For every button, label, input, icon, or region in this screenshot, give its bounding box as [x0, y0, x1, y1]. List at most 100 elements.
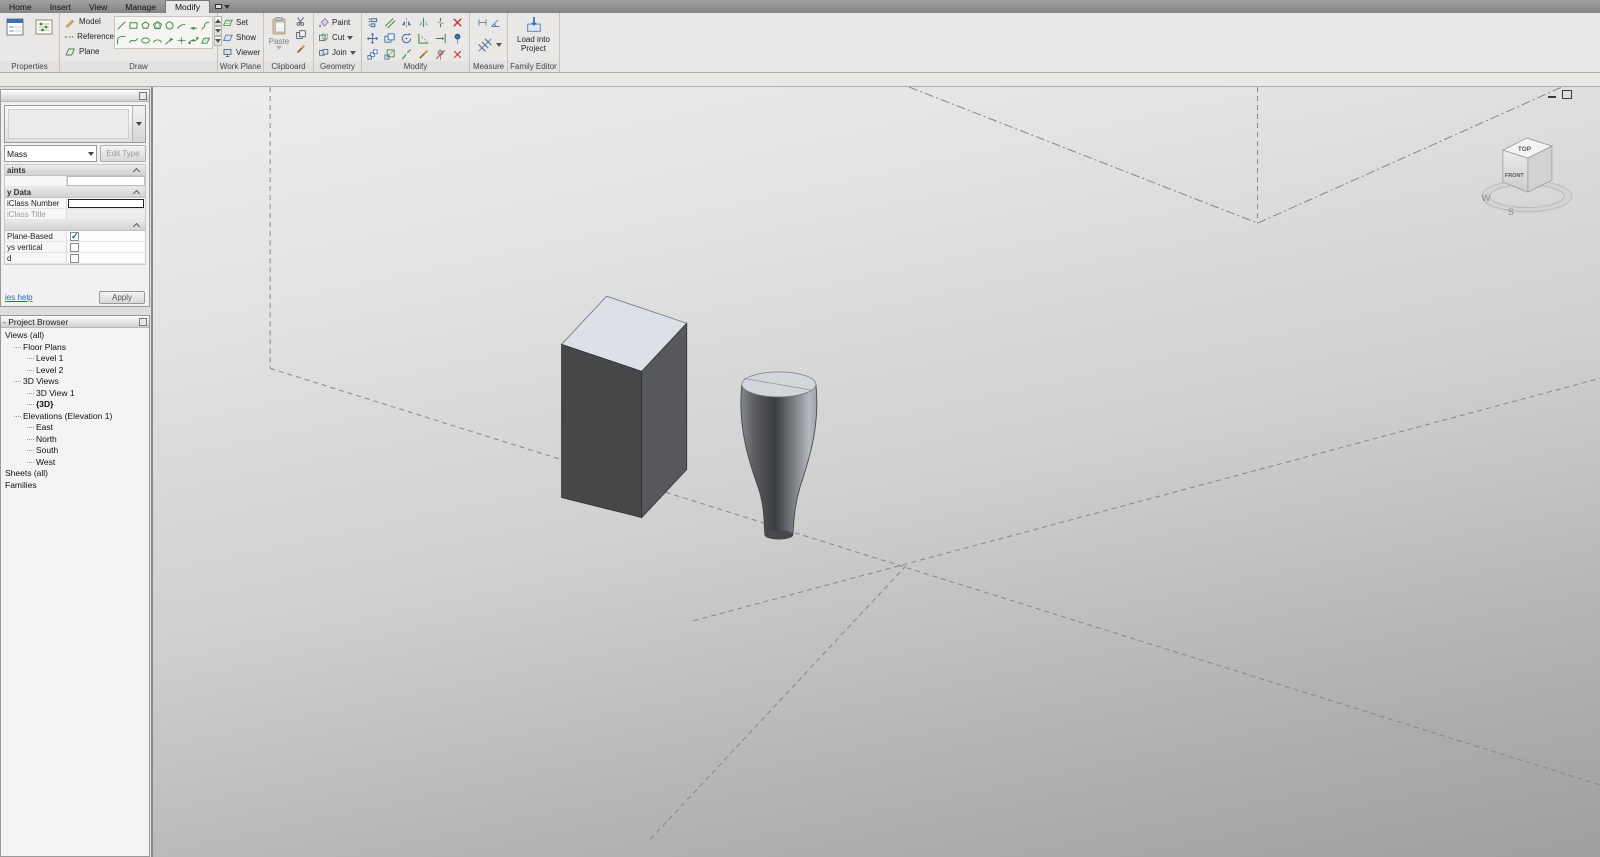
- browser-item-3d-default[interactable]: {3D}: [1, 399, 149, 411]
- copy-button[interactable]: [381, 31, 397, 46]
- omniclass-number-input[interactable]: [68, 198, 144, 208]
- draw-arc-center-ends-button[interactable]: [188, 18, 199, 32]
- draw-spline-button[interactable]: [128, 33, 139, 47]
- match-properties-button[interactable]: [415, 47, 431, 62]
- properties-button[interactable]: [2, 14, 28, 58]
- shared-checkbox[interactable]: [70, 253, 79, 263]
- array-button[interactable]: [364, 47, 380, 62]
- workplane-based-checkbox[interactable]: [70, 231, 79, 242]
- draw-arc-fillet-button[interactable]: [116, 33, 127, 47]
- restore-view-button[interactable]: [1562, 90, 1572, 99]
- browser-item-south[interactable]: South: [1, 445, 149, 457]
- tab-insert[interactable]: Insert: [41, 0, 80, 13]
- always-vertical-checkbox[interactable]: [70, 242, 79, 252]
- join-geometry-button[interactable]: Join: [316, 45, 358, 60]
- draw-partial-ellipse-button[interactable]: [152, 33, 163, 47]
- apply-button[interactable]: Apply: [99, 290, 145, 304]
- browser-item-east[interactable]: East: [1, 422, 149, 434]
- browser-item-level-2[interactable]: Level 2: [1, 365, 149, 377]
- angular-dimension-button[interactable]: [490, 15, 501, 33]
- split-element-button[interactable]: [432, 15, 448, 30]
- circle-icon: [165, 20, 174, 30]
- type-selector-combo[interactable]: Mass: [4, 145, 97, 162]
- draw-ellipse-button[interactable]: [140, 33, 151, 47]
- viewcube[interactable]: W S TOP FRONT: [1481, 137, 1573, 217]
- viewcube-south-label[interactable]: S: [1508, 207, 1514, 217]
- section-identity-data[interactable]: y Data: [5, 187, 145, 198]
- draw-rectangle-button[interactable]: [128, 18, 139, 32]
- drawing-area-3d-view[interactable]: W S TOP FRONT: [153, 87, 1600, 857]
- demolish-button[interactable]: [449, 47, 465, 62]
- mirror-pick-axis-button[interactable]: [398, 15, 414, 30]
- set-workplane-button[interactable]: Set: [220, 15, 250, 30]
- browser-item-floor-plans[interactable]: Floor Plans: [1, 342, 149, 354]
- align-button[interactable]: [364, 15, 380, 30]
- draw-spline-through-points-button[interactable]: [188, 33, 199, 47]
- rotate-button[interactable]: [398, 31, 414, 46]
- project-browser-titlebar[interactable]: - Project Browser: [1, 316, 149, 328]
- properties-palette-titlebar[interactable]: [1, 90, 149, 102]
- draw-arc-start-end-button[interactable]: [176, 18, 187, 32]
- palette-position-icon[interactable]: [139, 91, 147, 100]
- browser-item-level-1[interactable]: Level 1: [1, 353, 149, 365]
- browser-item-north[interactable]: North: [1, 434, 149, 446]
- type-selector-preview[interactable]: [4, 105, 146, 143]
- properties-help-link[interactable]: ies help: [5, 293, 33, 302]
- browser-item-views-all[interactable]: Views (all): [1, 330, 149, 342]
- draw-polygon-inscribed-button[interactable]: [140, 18, 151, 32]
- unpin-button[interactable]: [432, 47, 448, 62]
- show-workplane-button[interactable]: Show: [220, 30, 258, 45]
- browser-item-3d-views[interactable]: 3D Views: [1, 376, 149, 388]
- paste-button[interactable]: Paste: [266, 14, 292, 58]
- section-other[interactable]: [5, 220, 145, 231]
- draw-line-button[interactable]: [116, 18, 127, 32]
- mass-box-extrusion[interactable]: [560, 295, 688, 519]
- palette-position-icon[interactable]: [139, 317, 147, 326]
- offset-button[interactable]: [381, 15, 397, 30]
- type-selector-dropdown[interactable]: [132, 106, 145, 142]
- draw-mode-plane[interactable]: Plane: [62, 44, 114, 59]
- draw-point-button[interactable]: [176, 33, 187, 47]
- split-with-gap-button[interactable]: [398, 47, 414, 62]
- cut-geometry-button[interactable]: Cut: [316, 30, 355, 45]
- draw-polygon-circumscribed-button[interactable]: [152, 18, 163, 32]
- draw-circle-button[interactable]: [164, 18, 175, 32]
- edit-type-button[interactable]: Edit Type: [100, 145, 146, 162]
- trim-extend-button[interactable]: [415, 31, 431, 46]
- tab-modify[interactable]: Modify: [164, 0, 210, 13]
- copy-to-clipboard-button[interactable]: [294, 28, 307, 41]
- draw-pick-lines-button[interactable]: [164, 33, 175, 47]
- draw-arc-tangent-button[interactable]: [200, 18, 211, 32]
- load-into-project-button[interactable]: Load into Project: [510, 14, 557, 58]
- tab-view[interactable]: View: [80, 0, 116, 13]
- browser-item-families[interactable]: Families: [1, 480, 149, 492]
- measure-button[interactable]: [476, 36, 502, 54]
- viewer-button[interactable]: Viewer: [220, 45, 262, 60]
- draw-mode-model[interactable]: Model: [62, 14, 114, 29]
- mass-vase-form[interactable]: [740, 371, 818, 540]
- draw-mode-reference[interactable]: Reference: [62, 29, 114, 44]
- browser-item-sheets-all[interactable]: Sheets (all): [1, 468, 149, 480]
- cut-to-clipboard-button[interactable]: [294, 14, 307, 27]
- browser-item-west[interactable]: West: [1, 457, 149, 469]
- paint-button[interactable]: Paint: [316, 15, 352, 30]
- mirror-draw-axis-button[interactable]: [415, 15, 431, 30]
- ribbon-display-toggle[interactable]: [210, 0, 235, 13]
- viewcube-west-label[interactable]: W: [1482, 193, 1491, 203]
- delete-button[interactable]: [449, 15, 465, 30]
- reference-planes[interactable]: [269, 87, 1600, 841]
- tab-home[interactable]: Home: [0, 0, 41, 13]
- tab-manage[interactable]: Manage: [116, 0, 165, 13]
- browser-item-3d-view-1[interactable]: 3D View 1: [1, 388, 149, 400]
- draw-pick-face-button[interactable]: [200, 33, 211, 47]
- scale-button[interactable]: [381, 47, 397, 62]
- aligned-dimension-button[interactable]: [477, 15, 488, 33]
- trim-extend-single-button[interactable]: [432, 31, 448, 46]
- minimize-view-button[interactable]: [1547, 90, 1557, 99]
- match-type-button[interactable]: [294, 42, 307, 55]
- browser-item-elevations[interactable]: Elevations (Elevation 1): [1, 411, 149, 423]
- move-button[interactable]: [364, 31, 380, 46]
- section-constraints[interactable]: aints: [5, 165, 145, 176]
- pin-button[interactable]: [449, 31, 465, 46]
- family-types-button[interactable]: [31, 14, 57, 58]
